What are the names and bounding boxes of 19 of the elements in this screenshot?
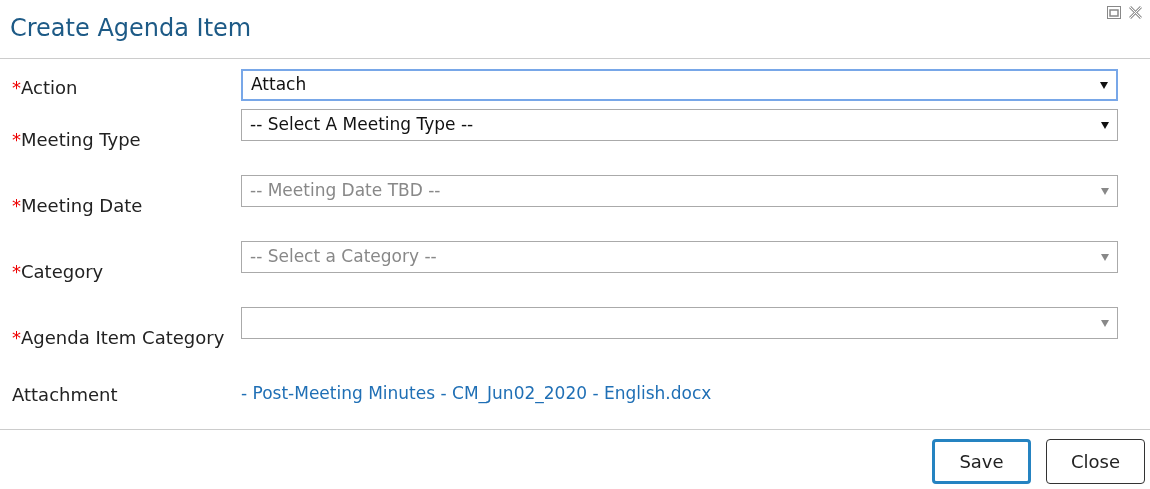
maximize-icon[interactable] <box>1107 6 1121 19</box>
field-label: *Action <box>12 76 79 100</box>
caret-icon <box>1100 81 1108 89</box>
caret-icon <box>1101 253 1109 261</box>
close-button[interactable]: Close <box>1046 439 1145 484</box>
dropdown[interactable]: Attach <box>241 69 1118 101</box>
caret-icon <box>1101 121 1109 129</box>
caret-icon <box>1101 187 1109 195</box>
field-label: *Meeting Date <box>12 194 144 218</box>
field-label: *Agenda Item Category <box>12 326 226 350</box>
close-icon[interactable] <box>1129 6 1142 19</box>
field-label: *Category <box>12 260 105 284</box>
caret-icon <box>1101 319 1109 327</box>
field-label: *Meeting Type <box>12 128 142 152</box>
attachment-link[interactable]: - Post-Meeting Minutes - CM_Jun02_2020 - English.docx <box>241 381 712 408</box>
dialog-title: Create Agenda Item <box>10 13 252 44</box>
field-label: Attachment <box>12 383 119 407</box>
save-button[interactable]: Save <box>932 439 1031 484</box>
dropdown[interactable]: -- Select A Meeting Type -- <box>241 109 1118 141</box>
